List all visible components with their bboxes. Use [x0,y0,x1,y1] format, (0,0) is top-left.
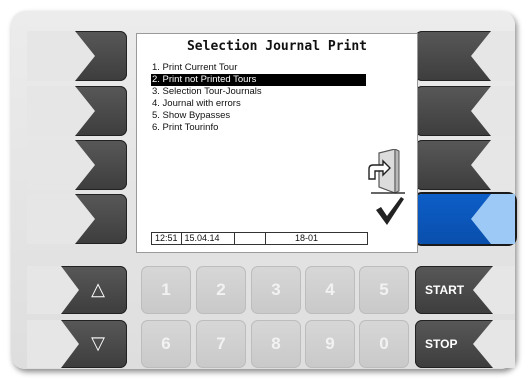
exit-door-icon [368,149,405,194]
chevron-right-icon [27,31,95,81]
terminal-panel: Selection Journal Print 1. Print Current… [11,11,515,369]
softkey-right-3[interactable] [415,140,515,190]
status-bar: 12:51 15.04.14 18-01 [151,232,368,245]
status-code: 18-01 [295,233,319,243]
start-button[interactable]: START [415,266,515,314]
chevron-left-icon [471,31,515,81]
softkey-left-3[interactable] [27,140,127,190]
softkey-right-4-confirm[interactable] [415,194,515,244]
arrow-up-button[interactable]: △ [27,266,127,314]
menu-item-journal-with-errors[interactable]: 4. Journal with errors [151,98,366,110]
up-arrow-icon: △ [91,279,105,299]
status-time: 12:51 [152,233,182,244]
digit-key-8[interactable]: 8 [251,320,301,368]
softkey-right-2[interactable] [415,86,515,136]
digit-key-9[interactable]: 9 [305,320,355,368]
status-empty-field [235,233,266,244]
softkey-left-1[interactable] [27,31,127,81]
digit-key-1[interactable]: 1 [141,266,191,314]
checkmark-icon [376,197,404,225]
menu-item-print-not-printed-tours[interactable]: 2. Print not Printed Tours [151,74,366,86]
digit-key-2[interactable]: 2 [196,266,246,314]
menu-item-show-bypasses[interactable]: 5. Show Bypasses [151,110,366,122]
digit-key-0[interactable]: 0 [359,320,409,368]
chevron-right-icon [27,140,95,190]
digit-key-4[interactable]: 4 [305,266,355,314]
menu-item-print-current-tour[interactable]: 1. Print Current Tour [151,62,366,74]
down-arrow-icon: ▽ [91,333,105,353]
menu-item-print-tourinfo[interactable]: 6. Print Tourinfo [151,122,366,134]
display-screen: Selection Journal Print 1. Print Current… [136,33,418,253]
screen-title: Selection Journal Print [186,39,367,54]
softkey-right-1[interactable] [415,31,515,81]
chevron-left-icon [471,140,515,190]
chevron-right-icon [27,194,95,244]
menu-item-selection-tour-journals[interactable]: 3. Selection Tour-Journals [151,86,366,98]
status-date: 15.04.14 [182,233,235,244]
softkey-left-4[interactable] [27,194,127,244]
softkey-left-2[interactable] [27,86,127,136]
digit-key-3[interactable]: 3 [251,266,301,314]
digit-key-5[interactable]: 5 [359,266,409,314]
start-label: START [425,283,465,297]
arrow-down-button[interactable]: ▽ [27,320,127,368]
menu-list: 1. Print Current Tour 2. Print not Print… [151,62,366,134]
chevron-right-icon [27,86,95,136]
digit-key-6[interactable]: 6 [141,320,191,368]
stop-label: STOP [425,337,458,351]
chevron-left-icon [471,194,515,244]
chevron-left-icon [471,86,515,136]
digit-key-7[interactable]: 7 [196,320,246,368]
stop-button[interactable]: STOP [415,320,515,368]
